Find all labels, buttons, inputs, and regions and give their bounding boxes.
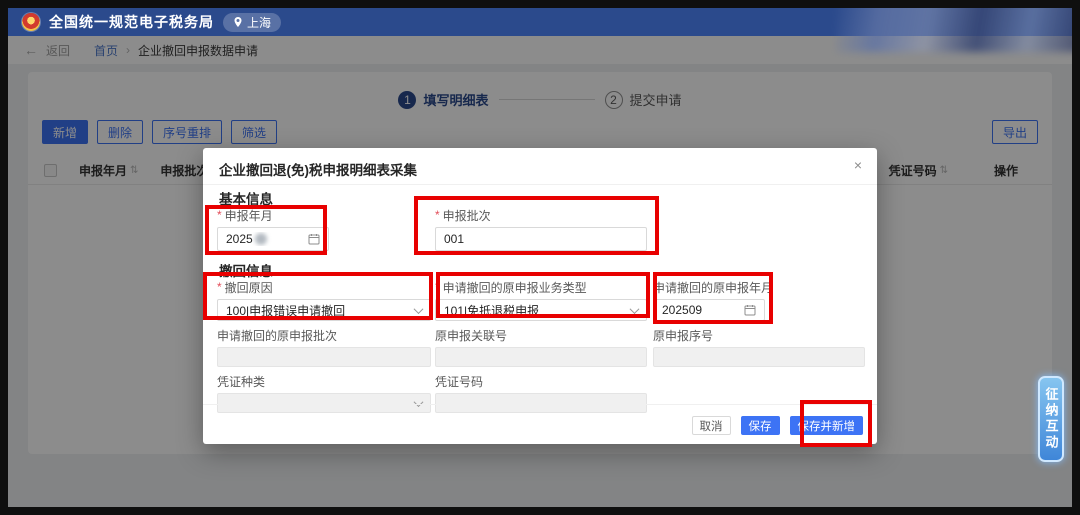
orig-declare-period-input[interactable]: 202509 [653, 299, 765, 321]
modal-title: 企业撤回退(免)税申报明细表采集 [219, 159, 417, 179]
tax-bureau-emblem-icon [22, 13, 40, 31]
declare-batch-value: 001 [444, 232, 464, 246]
calendar-icon [744, 304, 756, 316]
field-declare-batch-label: * 申报批次 [435, 208, 647, 222]
field-orig-business-type: * 申请撤回的原申报业务类型 101|免抵退税申报 [435, 280, 647, 321]
top-banner: 全国统一规范电子税务局 上海 [8, 8, 1072, 36]
save-and-new-button[interactable]: 保存并新增 [790, 416, 864, 435]
field-orig-seq-no: 原申报序号 [653, 328, 865, 367]
location-badge[interactable]: 上海 [223, 13, 281, 32]
section-withdraw-info: 撤回信息 [219, 260, 273, 280]
field-declare-period: * 申报年月 2025 [217, 208, 329, 251]
etax-app: 全国统一规范电子税务局 上海 ← 返回 首页 › 企业撤回申报数据申请 1 填写… [8, 8, 1072, 507]
required-mark: * [435, 280, 440, 294]
required-mark: * [217, 208, 222, 222]
chevron-down-icon [414, 304, 424, 314]
declare-batch-input[interactable]: 001 [435, 227, 647, 251]
declare-period-input[interactable]: 2025 [217, 227, 329, 251]
redacted-month [255, 233, 267, 245]
field-declare-batch: * 申报批次 001 [435, 208, 647, 251]
screenshot-frame: 全国统一规范电子税务局 上海 ← 返回 首页 › 企业撤回申报数据申请 1 填写… [0, 0, 1080, 515]
modal-header: 企业撤回退(免)税申报明细表采集 × [203, 148, 877, 185]
section-basic-info: 基本信息 [219, 188, 273, 208]
modal-footer: 取消 保存 保存并新增 [203, 404, 877, 444]
field-orig-business-type-label: * 申请撤回的原申报业务类型 [435, 280, 647, 294]
declare-period-value: 2025 [226, 232, 253, 246]
app-title: 全国统一规范电子税务局 [49, 12, 214, 32]
interaction-floating-button[interactable]: 征纳互动 [1038, 376, 1064, 462]
field-orig-ref-no-label: 原申报关联号 [435, 328, 647, 342]
required-mark: * [435, 208, 440, 222]
field-orig-declare-batch-label: 申请撤回的原申报批次 [217, 328, 431, 342]
modal-footer-buttons: 取消 保存 保存并新增 [692, 416, 864, 435]
required-mark: * [217, 280, 222, 294]
field-withdraw-reason-label: * 撤回原因 [217, 280, 431, 294]
field-orig-declare-period-label: 申请撤回的原申报年月 [653, 280, 765, 294]
label-text: 申请撤回的原申报批次 [217, 327, 337, 344]
location-label: 上海 [247, 14, 271, 31]
field-orig-seq-no-label: 原申报序号 [653, 328, 865, 342]
field-voucher-no-label: 凭证号码 [435, 374, 647, 388]
cancel-button[interactable]: 取消 [692, 416, 731, 435]
label-text: 申报批次 [443, 207, 491, 224]
label-text: 申请撤回的原申报年月 [653, 279, 773, 296]
label-text: 凭证种类 [217, 373, 265, 390]
orig-declare-batch-input [217, 347, 431, 367]
orig-ref-no-input [435, 347, 647, 367]
location-pin-icon [233, 17, 243, 27]
orig-declare-period-value: 202509 [662, 303, 702, 317]
field-orig-ref-no: 原申报关联号 [435, 328, 647, 367]
orig-business-type-value: 101|免抵退税申报 [444, 302, 539, 319]
label-text: 申报年月 [225, 207, 273, 224]
orig-business-type-select[interactable]: 101|免抵退税申报 [435, 299, 647, 321]
save-button[interactable]: 保存 [741, 416, 780, 435]
close-icon[interactable]: × [854, 157, 862, 173]
field-voucher-type-label: 凭证种类 [217, 374, 431, 388]
field-orig-declare-batch: 申请撤回的原申报批次 [217, 328, 431, 367]
field-orig-declare-period: 申请撤回的原申报年月 202509 [653, 280, 765, 321]
label-text: 凭证号码 [435, 373, 483, 390]
field-withdraw-reason: * 撤回原因 100|申报错误申请撤回 [217, 280, 431, 321]
withdraw-reason-select[interactable]: 100|申报错误申请撤回 [217, 299, 431, 321]
label-text: 申请撤回的原申报业务类型 [443, 279, 587, 296]
withdraw-detail-modal: 企业撤回退(免)税申报明细表采集 × 基本信息 * 申报年月 2025 [203, 148, 877, 444]
withdraw-reason-value: 100|申报错误申请撤回 [226, 302, 345, 319]
label-text: 原申报序号 [653, 327, 713, 344]
field-declare-period-label: * 申报年月 [217, 208, 329, 222]
calendar-icon [308, 233, 320, 245]
orig-seq-no-input [653, 347, 865, 367]
chevron-down-icon [630, 304, 640, 314]
label-text: 撤回原因 [225, 279, 273, 296]
label-text: 原申报关联号 [435, 327, 507, 344]
